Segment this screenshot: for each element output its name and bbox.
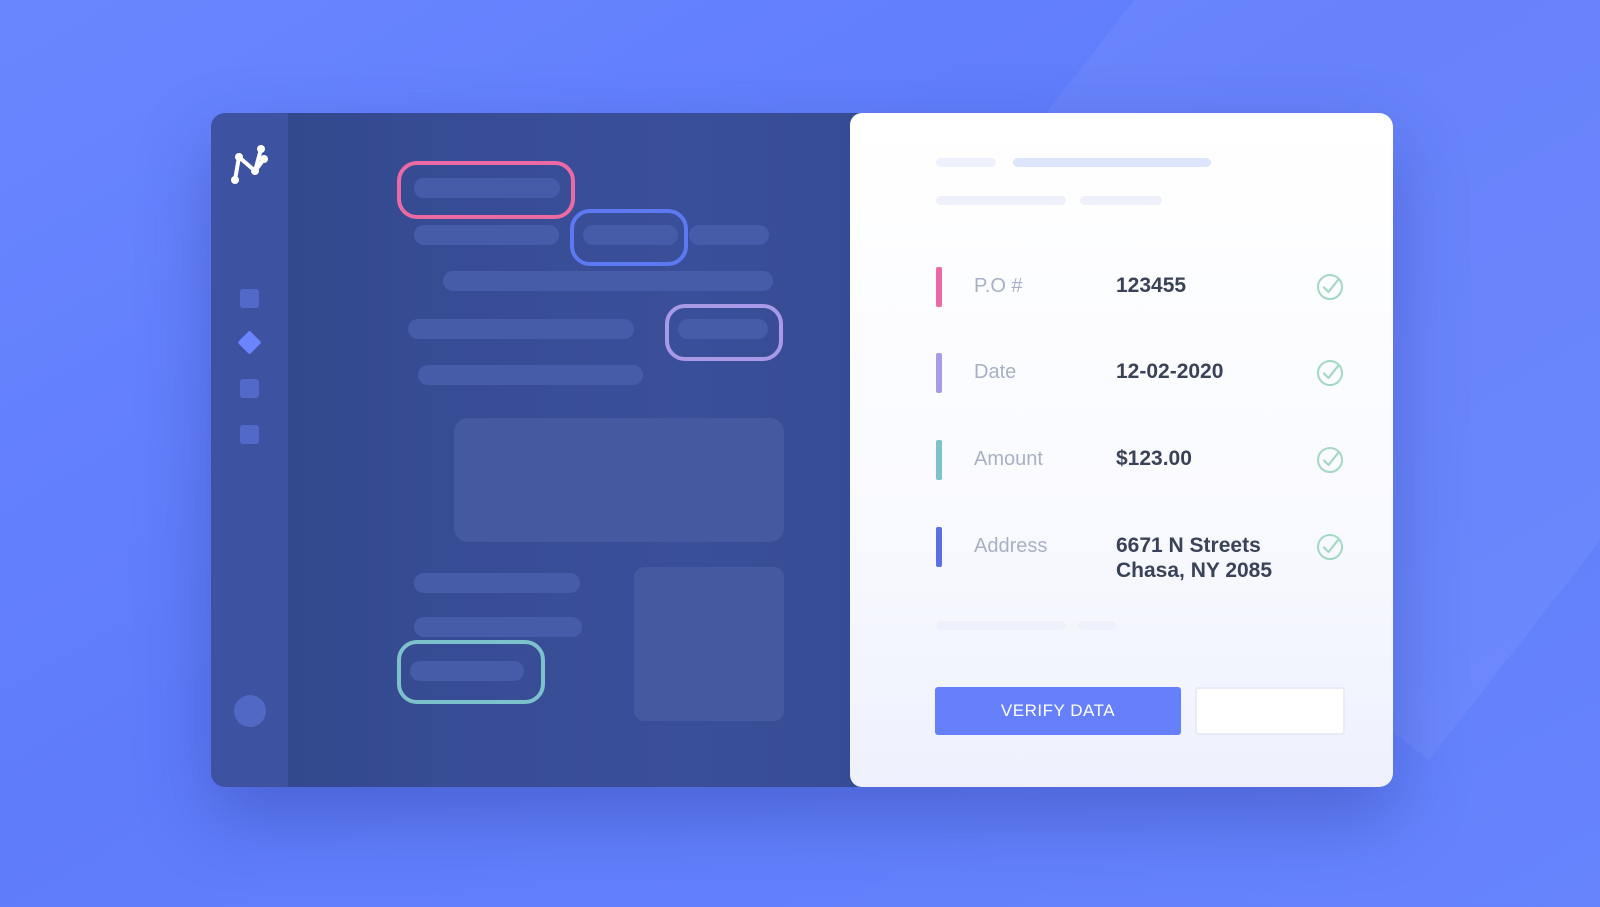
doc-line bbox=[414, 225, 559, 245]
field-row-amount: Amount $123.00 bbox=[936, 438, 1346, 483]
check-circle-icon[interactable] bbox=[1316, 359, 1344, 387]
doc-line bbox=[418, 365, 643, 385]
field-label: Amount bbox=[974, 448, 1043, 470]
sidebar bbox=[211, 113, 288, 787]
row-accent-address bbox=[936, 527, 942, 567]
field-value: $123.00 bbox=[1116, 447, 1192, 470]
check-circle-icon[interactable] bbox=[1316, 273, 1344, 301]
nav-square-icon-1[interactable] bbox=[240, 289, 259, 308]
highlight-po-number[interactable] bbox=[397, 161, 575, 219]
check-circle-icon[interactable] bbox=[1316, 533, 1344, 561]
placeholder-text bbox=[936, 196, 1066, 205]
app-window: P.O # 123455 Date 12-02-2020 Amount $123… bbox=[211, 113, 1393, 787]
placeholder-text bbox=[1080, 196, 1162, 205]
row-accent-amount bbox=[936, 440, 942, 480]
nav-square-icon-3[interactable] bbox=[240, 425, 259, 444]
nav-square-icon-2[interactable] bbox=[240, 379, 259, 398]
field-row-po: P.O # 123455 bbox=[936, 265, 1346, 310]
field-value: 12-02-2020 bbox=[1116, 360, 1224, 383]
doc-line bbox=[443, 271, 773, 291]
highlight-address[interactable] bbox=[397, 640, 545, 704]
field-row-date: Date 12-02-2020 bbox=[936, 351, 1346, 396]
verify-data-button[interactable]: VERIFY DATA bbox=[935, 687, 1181, 735]
doc-block bbox=[634, 567, 784, 721]
field-row-address: Address 6671 N Streets Chasa, NY 2085 bbox=[936, 527, 1346, 587]
document-preview bbox=[288, 113, 862, 787]
address-line-1: 6671 N Streets bbox=[1116, 534, 1261, 557]
extraction-panel: P.O # 123455 Date 12-02-2020 Amount $123… bbox=[850, 113, 1393, 787]
placeholder-text bbox=[936, 158, 996, 167]
placeholder-text bbox=[1013, 158, 1211, 167]
doc-line bbox=[689, 225, 769, 245]
check-circle-icon[interactable] bbox=[1316, 446, 1344, 474]
field-label: Date bbox=[974, 361, 1017, 383]
doc-block bbox=[454, 418, 784, 542]
placeholder-text bbox=[1078, 621, 1116, 630]
highlight-amount[interactable] bbox=[665, 304, 783, 361]
secondary-button[interactable] bbox=[1195, 687, 1345, 735]
highlight-date[interactable] bbox=[570, 209, 688, 266]
network-logo-icon[interactable] bbox=[227, 143, 271, 187]
row-accent-date bbox=[936, 353, 942, 393]
address-line-2: Chasa, NY 2085 bbox=[1116, 559, 1273, 582]
placeholder-text bbox=[936, 621, 1066, 630]
doc-line bbox=[408, 319, 634, 339]
doc-line bbox=[414, 617, 582, 637]
field-value-address: 6671 N Streets Chasa, NY 2085 bbox=[1116, 533, 1272, 583]
field-label: Address bbox=[974, 535, 1048, 557]
field-label: P.O # bbox=[974, 275, 1023, 297]
doc-line bbox=[414, 573, 580, 593]
nav-diamond-icon[interactable] bbox=[237, 330, 262, 355]
row-accent-po bbox=[936, 267, 942, 307]
avatar[interactable] bbox=[234, 695, 266, 727]
field-value: 123455 bbox=[1116, 274, 1187, 297]
